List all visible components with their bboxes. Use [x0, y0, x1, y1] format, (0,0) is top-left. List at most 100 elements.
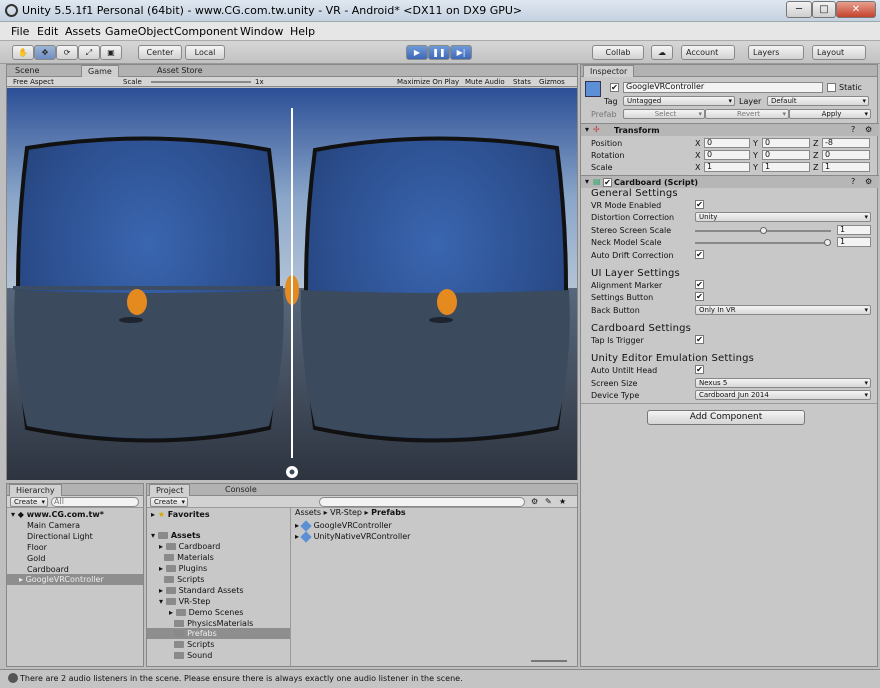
folder-item[interactable]: ▾ VR-Step	[159, 597, 210, 606]
folder-item[interactable]: ▸ Standard Assets	[159, 586, 244, 595]
object-name-field[interactable]: GoogleVRController	[623, 82, 823, 93]
scale-tool-icon[interactable]: ⤢	[78, 45, 100, 60]
tab-hierarchy[interactable]: Hierarchy	[9, 484, 62, 496]
move-tool-icon[interactable]: ✥	[34, 45, 56, 60]
back-button-dropdown[interactable]: Only In VR	[695, 305, 871, 315]
tab-inspector[interactable]: Inspector	[583, 65, 635, 77]
help-icon[interactable]: ?	[851, 177, 855, 186]
hand-tool-icon[interactable]: ✋	[12, 45, 34, 60]
menu-assets[interactable]: Assets	[65, 25, 101, 38]
project-splitter[interactable]	[290, 508, 291, 666]
layer-dropdown[interactable]: Default	[767, 96, 869, 106]
collab-button[interactable]: Collab	[592, 45, 644, 60]
menu-component[interactable]: Component	[174, 25, 238, 38]
menu-edit[interactable]: Edit	[37, 25, 58, 38]
favorite-star-icon[interactable]: ★	[559, 497, 566, 506]
position-y-field[interactable]: 0	[762, 138, 810, 148]
scale-slider[interactable]	[151, 81, 251, 83]
rect-tool-icon[interactable]: ▣	[100, 45, 122, 60]
tab-console[interactable]: Console	[219, 484, 263, 496]
rotation-x-field[interactable]: 0	[704, 150, 750, 160]
screen-size-dropdown[interactable]: Nexus 5	[695, 378, 871, 388]
rotation-z-field[interactable]: 0	[822, 150, 870, 160]
filter-label-icon[interactable]: ✎	[545, 497, 552, 506]
menu-gameobject[interactable]: GameObject	[105, 25, 174, 38]
foldout-arrow-icon[interactable]: ▾	[585, 125, 589, 134]
prefab-apply-button[interactable]: Apply	[789, 109, 871, 119]
settings-gear-icon[interactable]	[286, 466, 298, 478]
layers-dropdown[interactable]: Layers	[748, 45, 804, 60]
hierarchy-item-selected[interactable]: ▸ GoogleVRController	[19, 575, 104, 584]
stereo-scale-slider[interactable]	[695, 227, 831, 234]
step-button[interactable]: ▶|	[450, 45, 472, 60]
tab-game[interactable]: Game	[81, 65, 119, 77]
folder-item[interactable]: Scripts	[159, 575, 204, 584]
menu-help[interactable]: Help	[290, 25, 315, 38]
position-z-field[interactable]: -8	[822, 138, 870, 148]
tab-project[interactable]: Project	[149, 484, 191, 496]
cardboard-script-header[interactable]: ▾ ▤ ✔ Cardboard (Script) ? ⚙	[581, 175, 879, 188]
assets-node[interactable]: ▾ Assets	[151, 531, 201, 540]
stereo-slider-knob[interactable]	[759, 227, 767, 234]
hierarchy-item[interactable]: Main Camera	[27, 521, 80, 530]
pivot-center-button[interactable]: Center	[138, 45, 182, 60]
settings-button-checkbox[interactable]: ✔	[695, 292, 704, 301]
help-icon[interactable]: ?	[851, 125, 855, 134]
alignment-marker-checkbox[interactable]: ✔	[695, 280, 704, 289]
cloud-icon[interactable]: ☁	[651, 45, 673, 60]
hierarchy-item[interactable]: Cardboard	[27, 565, 69, 574]
component-gear-icon[interactable]: ⚙	[865, 177, 872, 186]
folder-item[interactable]: Scripts	[169, 640, 214, 649]
hierarchy-create-button[interactable]: Create	[10, 497, 48, 507]
menu-file[interactable]: File	[11, 25, 29, 38]
layout-dropdown[interactable]: Layout	[812, 45, 866, 60]
aspect-dropdown[interactable]: Free Aspect	[13, 78, 54, 86]
device-type-dropdown[interactable]: Cardboard Jun 2014	[695, 390, 871, 400]
hierarchy-search-input[interactable]: All	[51, 497, 139, 507]
hierarchy-item[interactable]: Floor	[27, 543, 47, 552]
game-viewport[interactable]	[7, 88, 577, 480]
neck-scale-slider[interactable]	[695, 239, 831, 246]
tag-dropdown[interactable]: Untagged	[623, 96, 735, 106]
pause-button[interactable]: ❚❚	[428, 45, 450, 60]
account-dropdown[interactable]: Account	[681, 45, 735, 60]
project-create-button[interactable]: Create	[150, 497, 188, 507]
hierarchy-item[interactable]: Gold	[27, 554, 45, 563]
prefab-select-button[interactable]: Select	[623, 109, 705, 119]
neck-slider-knob[interactable]	[824, 239, 831, 246]
position-x-field[interactable]: 0	[704, 138, 750, 148]
breadcrumb-vr-step[interactable]: VR-Step	[330, 508, 362, 517]
asset-file[interactable]: ▸ UnityNativeVRController	[295, 530, 410, 543]
scene-root[interactable]: ▾ ◆ www.CG.com.tw*	[11, 510, 104, 519]
status-message[interactable]: There are 2 audio listeners in the scene…	[20, 674, 463, 683]
close-button[interactable]: ✕	[836, 1, 876, 18]
pivot-local-button[interactable]: Local	[185, 45, 225, 60]
breadcrumb-prefabs[interactable]: Prefabs	[371, 508, 406, 517]
folder-item[interactable]: ▸ Plugins	[159, 564, 207, 573]
hierarchy-item[interactable]: Directional Light	[27, 532, 93, 541]
project-search-input[interactable]	[319, 497, 525, 507]
rotate-tool-icon[interactable]: ⟳	[56, 45, 78, 60]
menu-window[interactable]: Window	[240, 25, 283, 38]
maximize-on-play-toggle[interactable]: Maximize On Play	[397, 78, 459, 86]
distortion-dropdown[interactable]: Unity	[695, 212, 871, 222]
prefab-revert-button[interactable]: Revert	[705, 109, 789, 119]
component-gear-icon[interactable]: ⚙	[865, 125, 872, 134]
active-checkbox[interactable]: ✔	[610, 83, 619, 92]
play-button[interactable]: ▶	[406, 45, 428, 60]
script-enabled-checkbox[interactable]: ✔	[603, 178, 612, 187]
favorites-node[interactable]: ▸ ★ Favorites	[151, 510, 210, 519]
neck-scale-field[interactable]: 1	[837, 237, 871, 247]
stereo-scale-field[interactable]: 1	[837, 225, 871, 235]
static-checkbox[interactable]	[827, 83, 836, 92]
scale-x-field[interactable]: 1	[704, 162, 750, 172]
folder-item[interactable]: Materials	[159, 553, 214, 562]
auto-drift-checkbox[interactable]: ✔	[695, 250, 704, 259]
breadcrumb-assets[interactable]: Assets	[295, 508, 321, 517]
vr-mode-checkbox[interactable]: ✔	[695, 200, 704, 209]
folder-item[interactable]: ▸ Cardboard	[159, 542, 220, 551]
transform-header[interactable]: ▾ ✢ Transform ? ⚙	[581, 123, 879, 136]
tab-asset-store[interactable]: Asset Store	[151, 65, 209, 77]
folder-item[interactable]: Sound	[169, 651, 212, 660]
folder-item[interactable]: PhysicsMaterials	[169, 619, 253, 628]
